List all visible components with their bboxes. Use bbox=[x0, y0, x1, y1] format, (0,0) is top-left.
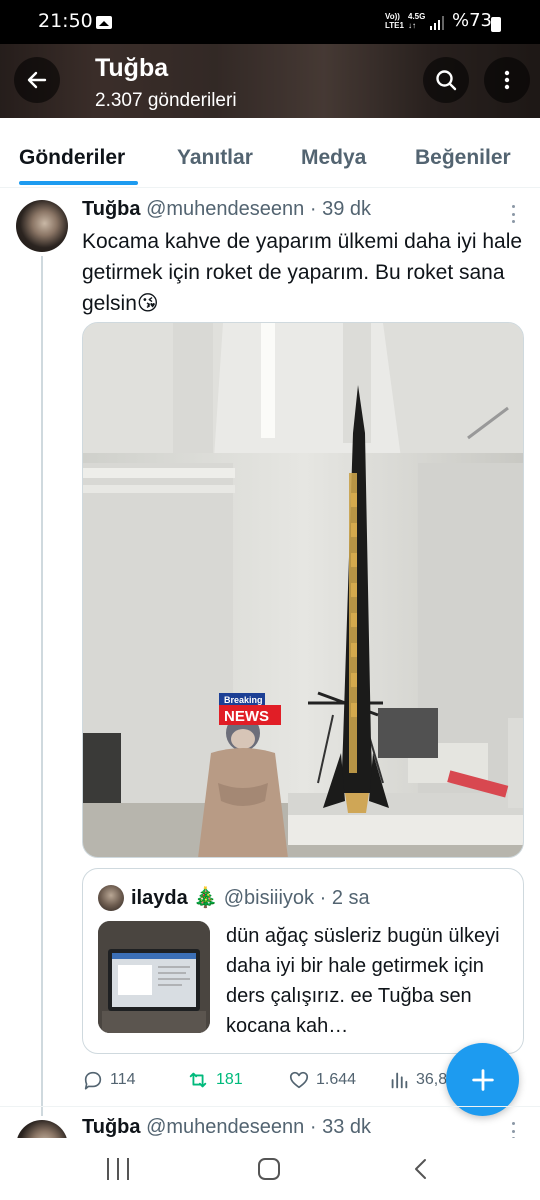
lte-label: LTE1 bbox=[385, 21, 404, 30]
tweet-options-button[interactable] bbox=[510, 205, 516, 223]
arrow-left-icon bbox=[27, 71, 47, 89]
tweet-author-name[interactable]: Tuğba bbox=[82, 198, 141, 220]
breaking-badge-bottom: NEWS bbox=[224, 708, 269, 725]
tweet-photo[interactable]: Breaking NEWS bbox=[82, 322, 524, 858]
breaking-badge-top: Breaking bbox=[224, 695, 263, 705]
network-type-indicator: 4.5G ↓↑ bbox=[408, 12, 425, 30]
signal-icon bbox=[430, 16, 444, 30]
heart-icon bbox=[289, 1071, 309, 1089]
tweet-header: Tuğba @muhendeseenn · 33 dk bbox=[82, 1116, 371, 1139]
tab-replies[interactable]: Yanıtlar bbox=[177, 146, 253, 170]
plus-icon bbox=[471, 1068, 494, 1091]
battery-percent: %73 bbox=[452, 10, 493, 31]
more-options-button[interactable] bbox=[484, 57, 530, 103]
reply-icon bbox=[84, 1071, 102, 1090]
like-count: 1.644 bbox=[316, 1071, 357, 1088]
tweet-time: 33 dk bbox=[322, 1116, 372, 1138]
retweet-button[interactable]: 181 bbox=[186, 1069, 243, 1091]
quote-text: dün ağaç süsleriz bugün ülkeyi daha iyi … bbox=[226, 925, 500, 1037]
quote-avatar bbox=[98, 885, 124, 911]
tweet-separator: · bbox=[309, 198, 317, 220]
retweet-count: 181 bbox=[216, 1071, 243, 1088]
post-count: 2.307 gönderileri bbox=[95, 90, 237, 111]
like-button[interactable]: 1.644 bbox=[288, 1069, 356, 1091]
tab-posts[interactable]: Gönderiler bbox=[19, 146, 125, 170]
quote-header: ilayda 🎄 @bisiiiyok · 2 sa bbox=[131, 885, 370, 910]
status-bar: 21:50 Vo)) LTE1 4.5G ↓↑ %73 bbox=[0, 0, 540, 44]
tweet-text: Kocama kahve de yaparım ülkemi daha iyi … bbox=[82, 230, 523, 315]
laptop-photo-illustration bbox=[98, 921, 210, 1033]
status-time: 21:50 bbox=[38, 10, 93, 32]
tweet-time: 39 dk bbox=[322, 198, 372, 220]
gallery-notification-icon bbox=[96, 16, 112, 29]
rocket-photo-illustration: Breaking NEWS bbox=[83, 323, 523, 857]
thread-line bbox=[41, 256, 43, 1116]
volte-label: Vo)) bbox=[385, 12, 400, 21]
tweet-author-handle[interactable]: @muhendeseenn bbox=[146, 198, 304, 220]
system-back-button[interactable] bbox=[410, 1158, 432, 1180]
avatar[interactable] bbox=[16, 200, 68, 252]
data-arrows-icon: ↓↑ bbox=[408, 21, 416, 30]
profile-tabs: Gönderiler Yanıtlar Medya Beğeniler bbox=[0, 118, 540, 188]
reply-count: 114 bbox=[110, 1071, 136, 1088]
recent-apps-button[interactable] bbox=[107, 1158, 129, 1180]
more-vertical-icon bbox=[504, 70, 510, 90]
quote-tweet[interactable]: ilayda 🎄 @bisiiiyok · 2 sa dün ağaç süsl… bbox=[82, 868, 524, 1054]
tab-likes[interactable]: Beğeniler bbox=[415, 146, 511, 170]
retweet-icon bbox=[189, 1072, 207, 1088]
analytics-icon bbox=[391, 1072, 408, 1089]
profile-name: Tuğba bbox=[95, 54, 169, 82]
active-tab-indicator bbox=[19, 181, 138, 185]
tweet-separator: · bbox=[309, 1116, 317, 1138]
profile-header: Tuğba 2.307 gönderileri bbox=[0, 44, 540, 118]
volte-indicator: Vo)) LTE1 bbox=[385, 12, 404, 30]
system-navigation-bar bbox=[0, 1138, 540, 1200]
views-button[interactable]: 36,8 bbox=[388, 1069, 447, 1091]
tweet-divider bbox=[0, 1106, 540, 1107]
tweet-header: Tuğba @muhendeseenn · 39 dk bbox=[82, 198, 371, 221]
quote-time: 2 sa bbox=[331, 887, 370, 909]
search-icon bbox=[436, 70, 457, 91]
battery-icon bbox=[491, 17, 501, 32]
search-button[interactable] bbox=[423, 57, 469, 103]
quote-thumbnail bbox=[98, 921, 210, 1033]
back-button[interactable] bbox=[14, 57, 60, 103]
tweet-author-name[interactable]: Tuğba bbox=[82, 1116, 141, 1138]
reply-button[interactable]: 114 bbox=[82, 1069, 136, 1091]
home-button[interactable] bbox=[258, 1158, 280, 1180]
tweet-author-handle[interactable]: @muhendeseenn bbox=[146, 1116, 304, 1138]
quote-author-handle: @bisiiiyok bbox=[223, 887, 315, 909]
quote-separator: · bbox=[319, 887, 327, 909]
tab-media[interactable]: Medya bbox=[301, 146, 366, 170]
network-type-label: 4.5G bbox=[408, 12, 426, 21]
view-count: 36,8 bbox=[416, 1071, 448, 1088]
quote-author-name: ilayda 🎄 bbox=[131, 887, 219, 909]
